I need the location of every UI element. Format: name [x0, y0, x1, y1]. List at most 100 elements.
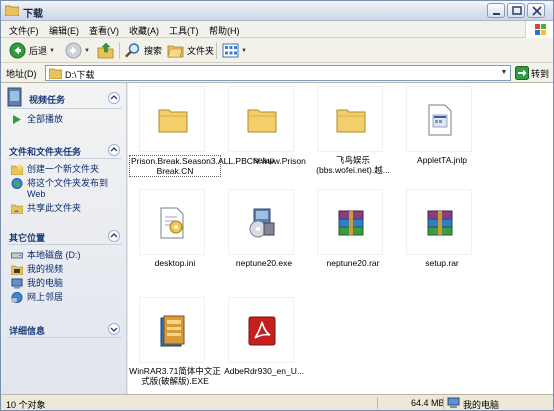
chevron-up-icon[interactable]	[108, 230, 120, 242]
rar-archive-icon	[427, 210, 453, 236]
my-computer-link[interactable]: 我的电脑	[11, 278, 122, 289]
file-item[interactable]: WinRAR3.71简体中文正式版(破解版).EXE	[129, 297, 221, 392]
folders-icon	[167, 45, 184, 58]
menu-view[interactable]: 查看(V)	[89, 24, 119, 37]
menu-tools[interactable]: 工具(T)	[169, 24, 199, 37]
file-item[interactable]: AppletTA.jnlp	[396, 86, 488, 186]
chevron-up-icon[interactable]	[108, 144, 120, 156]
video-tasks-title: 视频任务	[29, 95, 66, 105]
local-disk-link[interactable]: 本地磁盘 (D:)	[11, 250, 122, 261]
folder-icon	[48, 68, 63, 81]
new-folder-task[interactable]: 创建一个新文件夹	[11, 164, 122, 175]
ini-file-icon	[160, 207, 184, 239]
forward-arrow-icon	[65, 42, 82, 59]
explorer-window: 下载 文件(F) 编辑(E) 查看(V) 收藏(A) 工具(T) 帮助(H) 后…	[0, 0, 554, 411]
title-bar[interactable]: 下载	[1, 1, 553, 21]
file-name: setup	[253, 155, 275, 165]
folders-label: 文件夹	[187, 46, 215, 56]
windows-flag-icon	[525, 21, 553, 38]
file-name: WinRAR3.71简体中文正式版(破解版).EXE	[129, 366, 221, 386]
details-title: 详细信息	[9, 326, 46, 336]
share-folder-icon	[11, 204, 23, 214]
play-all-task[interactable]: 全部播放	[11, 114, 122, 125]
search-button[interactable]: 搜索	[124, 41, 162, 60]
chevron-down-icon: ▼	[84, 47, 90, 54]
file-tasks-title: 文件和文件夹任务	[9, 147, 82, 157]
file-item[interactable]: AdbeRdr930_en_U...	[218, 297, 310, 392]
globe-icon	[11, 178, 23, 189]
chevron-down-icon: ▼	[49, 47, 55, 54]
publish-web-task[interactable]: 将这个文件夹发布到 Web	[11, 178, 122, 200]
folder-icon	[158, 109, 188, 133]
address-input[interactable]: D:\下载 ▼	[45, 65, 511, 81]
publish-web-label: 将这个文件夹发布到 Web	[27, 178, 109, 199]
address-label: 地址(D)	[6, 69, 37, 79]
up-folder-button[interactable]	[97, 41, 114, 60]
menu-bar: 文件(F) 编辑(E) 查看(V) 收藏(A) 工具(T) 帮助(H)	[1, 21, 553, 38]
address-bar: 地址(D) D:\下载 ▼ 转到	[1, 63, 553, 83]
new-folder-label: 创建一个新文件夹	[27, 164, 100, 174]
video-tasks-header[interactable]: 视频任务	[7, 87, 122, 109]
file-item[interactable]: Prison.Break.Season3.ALL.PBCN.www.Prison…	[129, 86, 306, 186]
file-item[interactable]: neptune20.rar	[307, 189, 399, 279]
menu-edit[interactable]: 编辑(E)	[49, 24, 79, 37]
view-thumbnails-icon	[222, 43, 239, 58]
chevron-up-icon[interactable]	[108, 92, 120, 104]
file-item[interactable]: neptune20.exe	[218, 189, 310, 279]
file-name: AdbeRdr930_en_U...	[224, 366, 304, 376]
up-folder-icon	[97, 42, 114, 59]
new-folder-icon	[11, 164, 23, 175]
file-item[interactable]: setup.rar	[396, 189, 488, 279]
rar-archive-icon	[338, 210, 364, 236]
maximize-button[interactable]	[507, 3, 525, 18]
file-item[interactable]: desktop.ini	[129, 189, 221, 279]
video-tasks-panel: 视频任务 全部播放	[7, 87, 122, 132]
total-size: 64.4 MB	[411, 398, 445, 408]
jnlp-file-icon	[428, 104, 452, 136]
view-mode-button[interactable]: ▼	[222, 41, 247, 60]
menu-file[interactable]: 文件(F)	[9, 24, 39, 37]
file-item[interactable]: 飞鸟娱乐 (bbs.wofei.net).越...	[307, 86, 399, 186]
details-header[interactable]: 详细信息	[7, 320, 122, 338]
file-name: desktop.ini	[154, 258, 196, 268]
video-tasks-icon	[7, 87, 23, 109]
file-view[interactable]: Prison.Break.Season3.ALL.PBCN.www.Prison…	[128, 83, 553, 394]
toolbar: 后退 ▼ ▼ 搜索 文件夹 ▼	[1, 38, 553, 63]
menu-favorites[interactable]: 收藏(A)	[129, 24, 159, 37]
computer-icon	[447, 397, 460, 411]
network-places-link[interactable]: 网上邻居	[11, 292, 122, 303]
menu-help[interactable]: 帮助(H)	[209, 24, 240, 37]
go-button[interactable]: 转到	[515, 66, 549, 80]
installer-icon	[249, 208, 275, 238]
my-videos-label: 我的视频	[27, 264, 64, 274]
file-item[interactable]: setup	[218, 86, 310, 186]
search-label: 搜索	[144, 46, 163, 56]
back-arrow-icon	[9, 42, 26, 59]
local-disk-label: 本地磁盘 (D:)	[27, 250, 81, 260]
close-button[interactable]	[527, 3, 545, 18]
other-places-header[interactable]: 其它位置	[7, 227, 122, 245]
network-places-label: 网上邻居	[27, 292, 64, 302]
file-name: 飞鸟娱乐 (bbs.wofei.net).越...	[316, 155, 390, 175]
chevron-down-icon[interactable]	[108, 323, 120, 335]
back-button[interactable]: 后退 ▼	[9, 41, 55, 60]
details-panel: 详细信息	[7, 320, 122, 338]
chevron-down-icon[interactable]: ▼	[498, 66, 510, 80]
my-videos-link[interactable]: 我的视频	[11, 264, 122, 275]
folder-icon	[336, 109, 366, 133]
file-name: AppletTA.jnlp	[417, 155, 467, 165]
winrar-exe-icon	[160, 315, 185, 347]
minimize-button[interactable]	[487, 3, 505, 18]
forward-button[interactable]: ▼	[65, 41, 90, 60]
folders-button[interactable]: 文件夹	[167, 41, 214, 60]
file-tasks-panel: 文件和文件夹任务 创建一个新文件夹 将这个文件夹发布到 Web 共享此文件夹	[7, 141, 122, 221]
folder-icon	[247, 109, 277, 133]
go-label: 转到	[531, 68, 550, 79]
file-name: neptune20.rar	[326, 258, 380, 268]
network-icon	[11, 292, 23, 303]
share-folder-task[interactable]: 共享此文件夹	[11, 203, 122, 214]
search-icon	[125, 43, 140, 58]
task-pane: 视频任务 全部播放 文件和文件夹任务 创建一个新文件夹 将这个文件夹发布到 We…	[1, 83, 127, 394]
file-tasks-header[interactable]: 文件和文件夹任务	[7, 141, 122, 159]
status-bar: 10 个对象 64.4 MB 我的电脑	[1, 394, 553, 410]
